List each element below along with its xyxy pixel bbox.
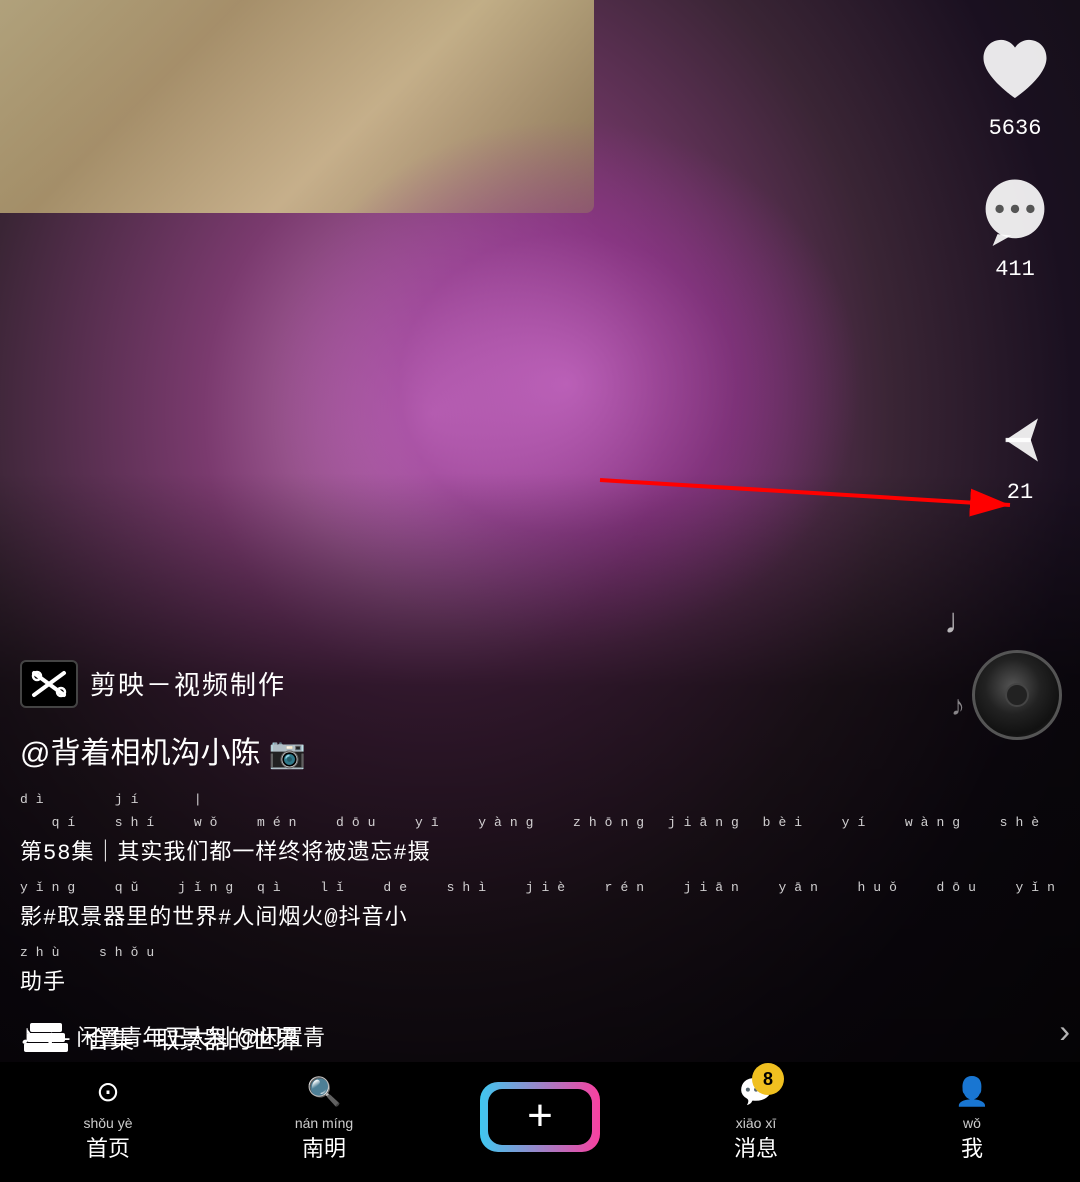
profile-label: wǒ 我 [961,1115,983,1163]
chevron-right-icon[interactable]: › [1059,1013,1070,1050]
share-count: 21 [1007,480,1033,505]
notification-badge: 8 [752,1063,784,1095]
home-icon: ⊙ [88,1071,128,1111]
jianying-logo [20,660,78,708]
share-icon [980,400,1060,480]
comment-button[interactable]: 411 [975,171,1055,282]
add-button[interactable]: + [480,1082,600,1152]
nav-item-profile[interactable]: 👤 wǒ 我 [902,1071,1042,1163]
content-area: 剪映－视频制作 @背着相机沟小陈 📷 dì jí | qí shí wǒ mén… [0,660,950,1052]
caption-line-1: dì jí | qí shí wǒ mén dōu yī yàng zhōng … [20,788,930,874]
collection-bar[interactable]: 合集 · 取景器的世界 [0,1017,972,1057]
discover-icon: 🔍 [304,1071,344,1111]
nav-item-add[interactable]: + [470,1082,610,1152]
caption-line-2: yǐng qǔ jǐng qì lǐ de shì jiè rén jiān y… [20,876,930,939]
right-action-buttons: 5636 411 [970,30,1060,282]
home-label: shǒu yè 首页 [83,1115,132,1163]
messages-label: xiāo xī 消息 [734,1115,778,1163]
caption-text: dì jí | qí shí wǒ mén dōu yī yàng zhōng … [20,788,930,1004]
add-icon: + [527,1094,553,1138]
nav-item-discover[interactable]: 🔍 nán míng 南明 [254,1071,394,1163]
music-note-icon: ♩ [944,600,980,642]
share-button[interactable]: 21 [980,400,1060,505]
jianying-label: 剪映－视频制作 [90,665,286,702]
nav-item-messages[interactable]: 💬 8 xiāo xī 消息 [686,1071,826,1163]
profile-icon: 👤 [952,1071,992,1111]
add-button-inner: + [488,1089,592,1145]
bottom-navigation: ⊙ shǒu yè 首页 🔍 nán míng 南明 + 💬 8 xiāo x [0,1062,1080,1182]
collection-label: 合集 · 取景器的世界 [86,1020,299,1055]
caption-line-3: zhù shǒu 助手 [20,941,930,1004]
album-disc[interactable] [972,650,1062,740]
caption-block: dì jí | qí shí wǒ mén dōu yī yàng zhōng … [20,788,930,1004]
comment-count: 411 [995,257,1035,282]
like-button[interactable]: 5636 [975,30,1055,141]
comment-icon [975,171,1055,251]
music-note2-icon: ♪ [951,690,965,722]
nav-item-home[interactable]: ⊙ shǒu yè 首页 [38,1071,178,1163]
jianying-badge[interactable]: 剪映－视频制作 [20,660,930,708]
username[interactable]: @背着相机沟小陈 📷 [20,728,930,772]
like-count: 5636 [989,116,1042,141]
messages-icon: 💬 8 [736,1071,776,1111]
heart-icon [975,30,1055,110]
collection-stack-icon [20,1017,72,1057]
discover-label: nán míng 南明 [295,1115,353,1163]
